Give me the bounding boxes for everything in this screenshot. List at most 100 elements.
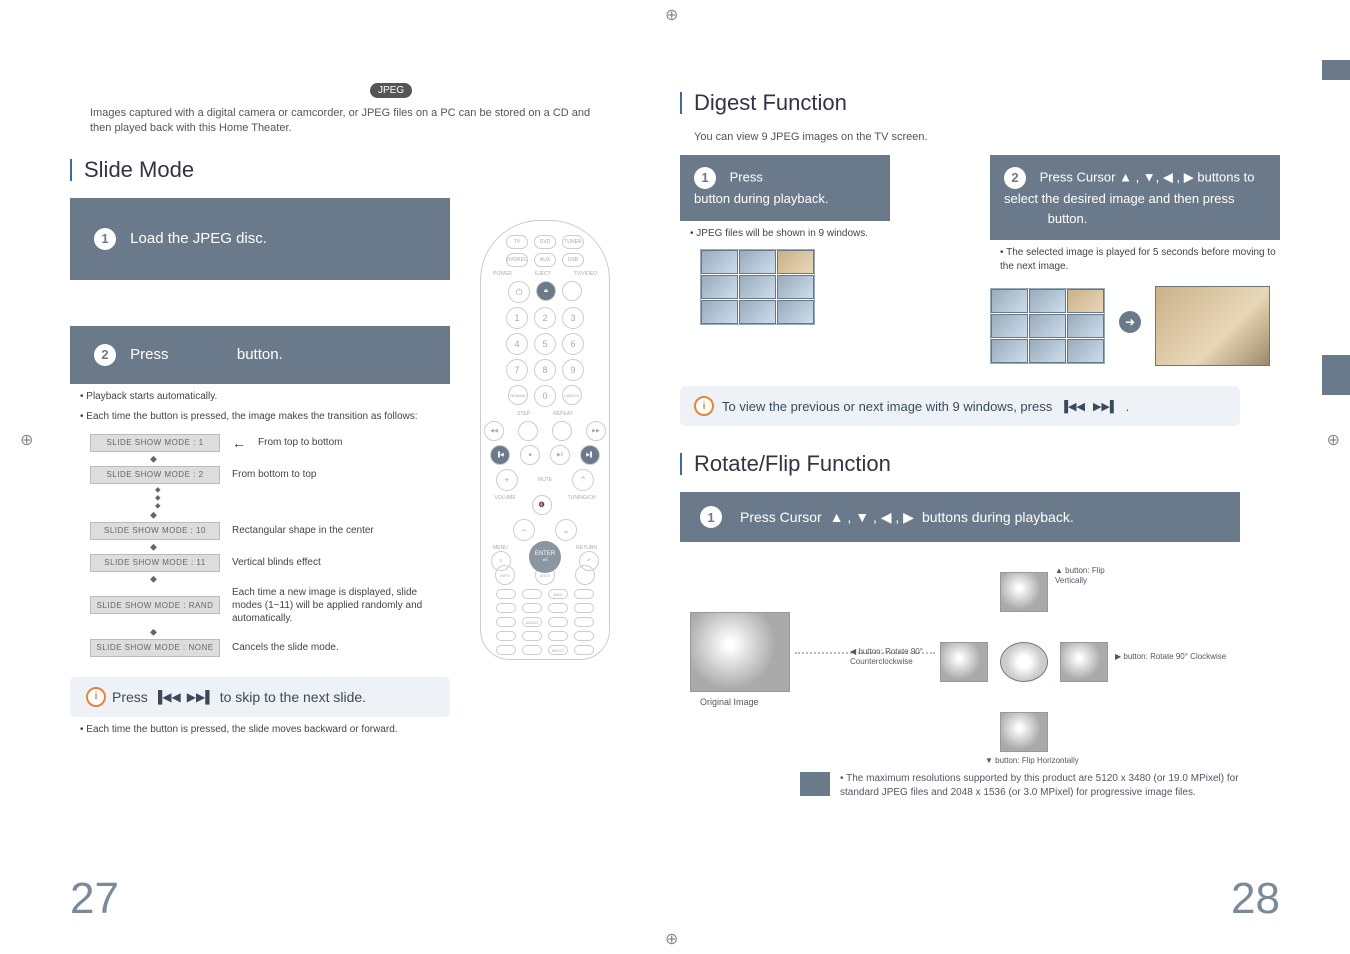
thumb: [991, 289, 1028, 313]
vol-down-icon: −: [513, 519, 535, 541]
vol-up-icon: +: [496, 469, 518, 491]
digest-info-box: i To view the previous or next image wit…: [680, 386, 1240, 426]
rotate-ccw-label: ◀ button: Rotate 90° Counterclockwise: [850, 647, 935, 666]
crop-mark-left: ⊕: [20, 430, 33, 450]
step-box-1: 1 Load the JPEG disc.: [70, 198, 450, 280]
center-pivot-icon: [1000, 642, 1048, 682]
remote-aux-button: AUX: [534, 253, 556, 267]
thumb: [701, 250, 738, 274]
original-label: Original Image: [700, 697, 759, 707]
thumb: [701, 300, 738, 324]
num-8: 8: [534, 359, 556, 381]
rotate-cw-thumb: [1060, 642, 1108, 682]
original-image-thumb: [690, 612, 790, 692]
dpad-left-icon: ◀: [514, 553, 520, 562]
resolution-note: The maximum resolutions supported by thi…: [840, 772, 1240, 800]
num-2: 2: [534, 307, 556, 329]
step-number-1: 1: [694, 167, 716, 189]
digest-step2-note: The selected image is played for 5 secon…: [1000, 246, 1280, 274]
playback-auto-note: Playback starts automatically.: [80, 390, 460, 404]
thumb: [1029, 289, 1066, 313]
crop-mark-bottom: ⊕: [665, 929, 678, 949]
jpeg-badge: JPEG: [370, 83, 412, 98]
cursor-arrows-icon: ▲ , ▼, ◀ , ▶: [1119, 169, 1197, 184]
skip-b: to skip to the next slide.: [220, 689, 366, 705]
flip-horiz-label: ▼ button: Flip Horizontally: [985, 756, 1079, 766]
mode-pill: SLIDE SHOW MODE : 1: [90, 434, 220, 452]
step2b: button.: [237, 346, 283, 363]
r-btn: [522, 631, 542, 641]
remote-dvd-button: DVD: [534, 235, 556, 249]
skip-back-icon: ▐◀◀: [1060, 400, 1085, 413]
r-btn: NAVI: [548, 589, 568, 599]
r-btn: [548, 603, 568, 613]
mode-pill: SLIDE SHOW MODE : 11: [90, 554, 220, 572]
num-1: 1: [506, 307, 528, 329]
flip-vert-label: ▲ button: Flip Vertically: [1055, 566, 1110, 585]
r-btn: [548, 631, 568, 641]
skip-a: Press: [112, 689, 148, 705]
power-label: POWER: [493, 271, 512, 277]
digest-heading: Digest Function: [680, 90, 1280, 116]
page-number-left: 27: [70, 874, 119, 924]
thumb: [1029, 314, 1066, 338]
step-label: STEP: [517, 411, 530, 417]
rewind-icon: ◀◀: [484, 421, 504, 441]
digest-step1b: button during playback.: [694, 191, 828, 206]
r-btn: [574, 617, 594, 627]
digest-step2: 2 Press Cursor ▲ , ▼, ◀ , ▶ buttons to s…: [990, 155, 1280, 240]
thumb: [777, 275, 814, 299]
right-arrow-icon: ➜: [1119, 311, 1141, 333]
crop-mark-top: ⊕: [665, 5, 678, 25]
info-icon: i: [694, 396, 714, 416]
volume-label: VOLUME: [495, 495, 516, 515]
info-icon: i: [86, 687, 106, 707]
remote-control-illustration: TV DVD TUNER DVDREC AUX USB POWER EJECT …: [480, 220, 610, 660]
tuning-label: TUNING/CH: [568, 495, 596, 515]
r-btn: [496, 603, 516, 613]
thumb: [991, 314, 1028, 338]
thumb: [701, 275, 738, 299]
digest-info: To view the previous or next image with …: [722, 399, 1052, 414]
thumb: [739, 250, 776, 274]
r-btn: [496, 589, 516, 599]
r-btn: [496, 631, 516, 641]
num-9: 9: [562, 359, 584, 381]
page-number-right: 28: [1231, 874, 1280, 924]
r-btn: MO/ST: [548, 645, 568, 655]
cursor-arrows-icon: ▲ , ▼ , ◀ , ▶: [830, 509, 914, 526]
mode-desc: From bottom to top: [232, 468, 316, 481]
repeat-label: REPEAT: [553, 411, 573, 417]
mode-desc: Rectangular shape in the center: [232, 524, 374, 537]
step-number-2: 2: [1004, 167, 1026, 189]
remain-button: REMAIN: [508, 385, 528, 405]
prev-icon: ▐◀: [490, 445, 510, 465]
mute-icon: 🔇: [532, 495, 552, 515]
skip-note: Each time the button is pressed, the sli…: [80, 723, 460, 737]
slide-mode-heading: Slide Mode: [70, 157, 670, 183]
step2a: Press: [130, 346, 168, 363]
mode-pill: SLIDE SHOW MODE : NONE: [90, 639, 220, 657]
r-btn: AUDIO: [522, 617, 542, 627]
digest-step2a: Press Cursor: [1040, 169, 1116, 184]
next-icon: ▶▌: [580, 445, 600, 465]
r-btn: [574, 589, 594, 599]
flip-vert-thumb: [1000, 572, 1048, 612]
r-btn: [522, 603, 542, 613]
mode-pill: SLIDE SHOW MODE : RAND: [90, 596, 220, 614]
enlarged-image: [1155, 286, 1270, 366]
r-btn: [548, 617, 568, 627]
info-button: INFO: [495, 565, 515, 585]
num-3: 3: [562, 307, 584, 329]
dpad-right-icon: ▶: [570, 553, 576, 562]
step-button: [518, 421, 538, 441]
mode-desc: Vertical blinds effect: [232, 556, 321, 569]
eject-icon: ⏏: [536, 281, 556, 301]
r-btn: [574, 603, 594, 613]
num-6: 6: [562, 333, 584, 355]
thumbnail-grid: [990, 288, 1105, 364]
r-btn: [574, 631, 594, 641]
left-arrow-icon: ←: [232, 435, 246, 451]
mode-desc: From top to bottom: [258, 436, 342, 449]
step-box-2: 2 Press button.: [70, 326, 450, 384]
